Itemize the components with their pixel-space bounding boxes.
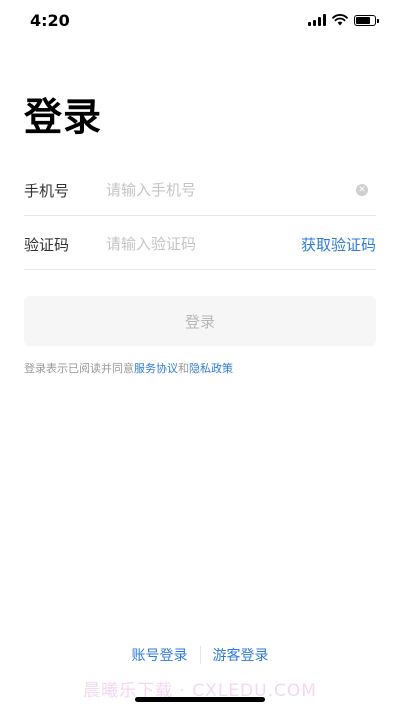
- agreement-prefix: 登录表示已阅读并同意: [24, 362, 134, 375]
- code-field: 验证码 获取验证码: [24, 218, 376, 270]
- cellular-signal-icon: [308, 14, 326, 26]
- status-bar: 4:20: [0, 0, 400, 44]
- privacy-policy-link[interactable]: 隐私政策: [189, 362, 233, 375]
- login-button[interactable]: 登录: [24, 296, 376, 346]
- home-indicator: [135, 697, 265, 702]
- phone-label: 手机号: [24, 182, 70, 200]
- phone-input[interactable]: [106, 177, 326, 203]
- code-label: 验证码: [24, 236, 70, 254]
- battery-level: [356, 16, 371, 24]
- status-time: 4:20: [30, 11, 70, 30]
- code-input[interactable]: [106, 231, 326, 257]
- phone-field: 手机号 ✕: [24, 164, 376, 216]
- guest-login-link[interactable]: 游客登录: [201, 645, 281, 665]
- status-icons: [308, 14, 379, 26]
- agreement-text: 登录表示已阅读并同意服务协议和隐私政策: [24, 360, 233, 376]
- account-login-link[interactable]: 账号登录: [120, 645, 200, 665]
- agreement-conjunction: 和: [178, 362, 189, 375]
- get-code-button[interactable]: 获取验证码: [301, 234, 376, 255]
- bottom-login-options: 账号登录 游客登录: [0, 645, 400, 665]
- page-title: 登录: [24, 95, 103, 139]
- wifi-icon: [332, 14, 348, 26]
- service-agreement-link[interactable]: 服务协议: [134, 362, 178, 375]
- battery-icon: [354, 14, 379, 26]
- clear-icon[interactable]: ✕: [356, 184, 368, 196]
